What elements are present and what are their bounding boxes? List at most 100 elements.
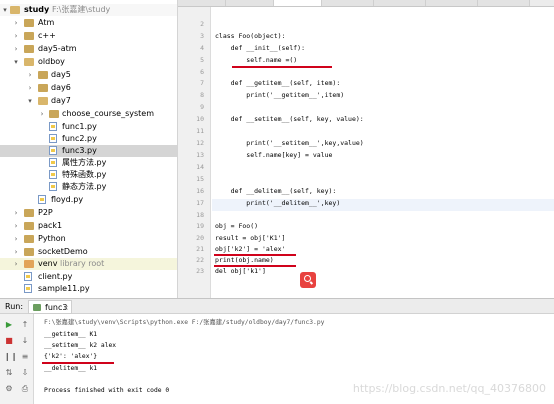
tree-item-day5-atm[interactable]: › day5-atm (0, 43, 177, 55)
code-line: def __getitem__(self, item): (215, 79, 341, 87)
soft-wrap-icon[interactable]: ≡ (20, 352, 30, 362)
editor-tab[interactable] (178, 0, 226, 6)
scroll-up-icon[interactable]: ↑ (20, 320, 30, 330)
tree-item-label: 静态方法.py (62, 182, 107, 191)
chevron-right-icon[interactable]: › (12, 258, 20, 270)
editor-tab-strip (178, 0, 554, 7)
editor-tab[interactable] (374, 0, 426, 6)
tree-root-study[interactable]: ▾ study F:\张嘉建\study (0, 4, 177, 16)
chevron-down-icon[interactable]: ▾ (26, 95, 34, 107)
chevron-right-icon[interactable]: › (12, 43, 20, 55)
scroll-down-icon[interactable]: ↓ (20, 336, 30, 346)
tree-item-floyd[interactable]: floyd.py (0, 194, 177, 206)
tree-item-python[interactable]: › Python (0, 233, 177, 245)
tree-item-static-method[interactable]: 静态方法.py (0, 181, 177, 193)
tree-item-venv[interactable]: › venv library root (0, 258, 177, 270)
editor-tab[interactable] (322, 0, 374, 6)
python-file-icon (38, 195, 46, 204)
search-icon[interactable] (300, 272, 316, 288)
editor-tab-active[interactable] (274, 0, 322, 6)
tree-item-attr-method[interactable]: 属性方法.py (0, 157, 177, 169)
chevron-right-icon[interactable]: › (12, 30, 20, 42)
line-number: 15 (196, 175, 204, 183)
print-icon[interactable]: ⎙ (20, 384, 30, 394)
tree-item-func2[interactable]: func2.py (0, 133, 177, 145)
pause-icon[interactable]: ❙❙ (4, 352, 17, 362)
chevron-down-icon[interactable]: ▾ (1, 4, 9, 16)
chevron-right-icon[interactable]: › (12, 207, 20, 219)
tree-item-day6[interactable]: › day6 (0, 82, 177, 94)
code-line: def __setitem__(self, key, value): (215, 115, 364, 123)
folder-icon (38, 71, 48, 79)
python-file-icon (49, 158, 57, 167)
folder-icon (38, 84, 48, 92)
python-file-icon (49, 182, 57, 191)
chevron-right-icon[interactable]: › (12, 233, 20, 245)
tree-item-sample11[interactable]: sample11.py (0, 283, 177, 295)
chevron-right-icon[interactable]: › (12, 220, 20, 232)
chevron-right-icon[interactable]: › (38, 108, 46, 120)
tree-item-label: Python (38, 234, 66, 243)
tree-item-label: func1.py (62, 122, 97, 131)
tree-item-day7[interactable]: ▾ day7 (0, 95, 177, 107)
line-number: 16 (196, 187, 204, 195)
tree-item-label: oldboy (38, 57, 65, 66)
tree-item-socketdemo[interactable]: › socketDemo (0, 246, 177, 258)
tree-root-path: F:\张嘉建\study (52, 5, 111, 14)
tree-item-func1[interactable]: func1.py (0, 121, 177, 133)
tree-item-day5[interactable]: › day5 (0, 69, 177, 81)
chevron-right-icon[interactable]: › (26, 69, 34, 81)
tree-item-label: c++ (38, 31, 56, 40)
tree-item-cpp[interactable]: › c++ (0, 30, 177, 42)
python-file-icon (24, 272, 32, 281)
folder-icon (49, 110, 59, 118)
line-number: 11 (196, 127, 204, 135)
run-side-toolbar: ▶ ↑ ■ ↓ ❙❙ ≡ ⇅ ⇩ ⚙ ⎙ (0, 314, 34, 404)
tree-item-client[interactable]: client.py (0, 271, 177, 283)
chevron-right-icon[interactable]: › (12, 246, 20, 258)
tree-item-func3[interactable]: func3.py (0, 145, 177, 157)
scroll-to-end-icon[interactable]: ⇩ (20, 368, 30, 378)
chevron-right-icon[interactable]: › (12, 17, 20, 29)
dump-threads-icon[interactable]: ⇅ (4, 368, 14, 378)
console-line: {'k2': 'alex'} (44, 353, 98, 360)
settings-icon[interactable]: ⚙ (4, 384, 14, 394)
tree-item-atm[interactable]: › Atm (0, 17, 177, 29)
editor-tab[interactable] (478, 0, 530, 6)
tree-item-p2p[interactable]: › P2P (0, 207, 177, 219)
editor-tab[interactable] (226, 0, 274, 6)
tree-item-choose-course-system[interactable]: › choose_course_system (0, 108, 177, 120)
stop-icon[interactable]: ■ (4, 336, 14, 346)
line-number: 12 (196, 139, 204, 147)
chevron-right-icon[interactable]: › (26, 82, 34, 94)
tree-item-label: day5-atm (38, 44, 77, 53)
red-underline-annotation (214, 265, 296, 267)
line-number: 10 (196, 115, 204, 123)
tree-item-special-func[interactable]: 特殊函数.py (0, 169, 177, 181)
tree-item-label: day7 (51, 96, 71, 105)
run-console[interactable]: F:\张嘉建\study\venv\Scripts\python.exe F:/… (34, 314, 554, 404)
python-file-icon (24, 284, 32, 293)
tree-item-oldboy[interactable]: ▾ oldboy (0, 56, 177, 68)
tree-item-label: client.py (38, 272, 73, 281)
tree-item-label: P2P (38, 208, 53, 217)
line-number: 13 (196, 151, 204, 159)
python-file-icon (49, 170, 57, 179)
tree-item-label: choose_course_system (62, 109, 155, 118)
tree-item-label: func3.py (62, 146, 97, 155)
console-line: F:\张嘉建\study\venv\Scripts\python.exe F:/… (44, 319, 325, 326)
close-icon[interactable]: × (63, 302, 69, 314)
python-file-icon (49, 146, 57, 155)
tree-item-pack1[interactable]: › pack1 (0, 220, 177, 232)
code-editor[interactable]: 2 3 4 5 6 7 8 9 10 11 12 13 14 15 16 17 … (178, 0, 554, 298)
tree-item-label: day5 (51, 70, 71, 79)
line-number: 5 (200, 56, 204, 64)
line-number: 14 (196, 163, 204, 171)
folder-icon (24, 222, 34, 230)
editor-tab[interactable] (426, 0, 478, 6)
rerun-icon[interactable]: ▶ (4, 320, 14, 330)
project-tree: ▾ study F:\张嘉建\study › Atm › c++ › day5-… (0, 0, 178, 298)
run-tab-func3[interactable]: func3 × (28, 300, 72, 314)
chevron-down-icon[interactable]: ▾ (12, 56, 20, 68)
line-number: 3 (200, 32, 204, 40)
